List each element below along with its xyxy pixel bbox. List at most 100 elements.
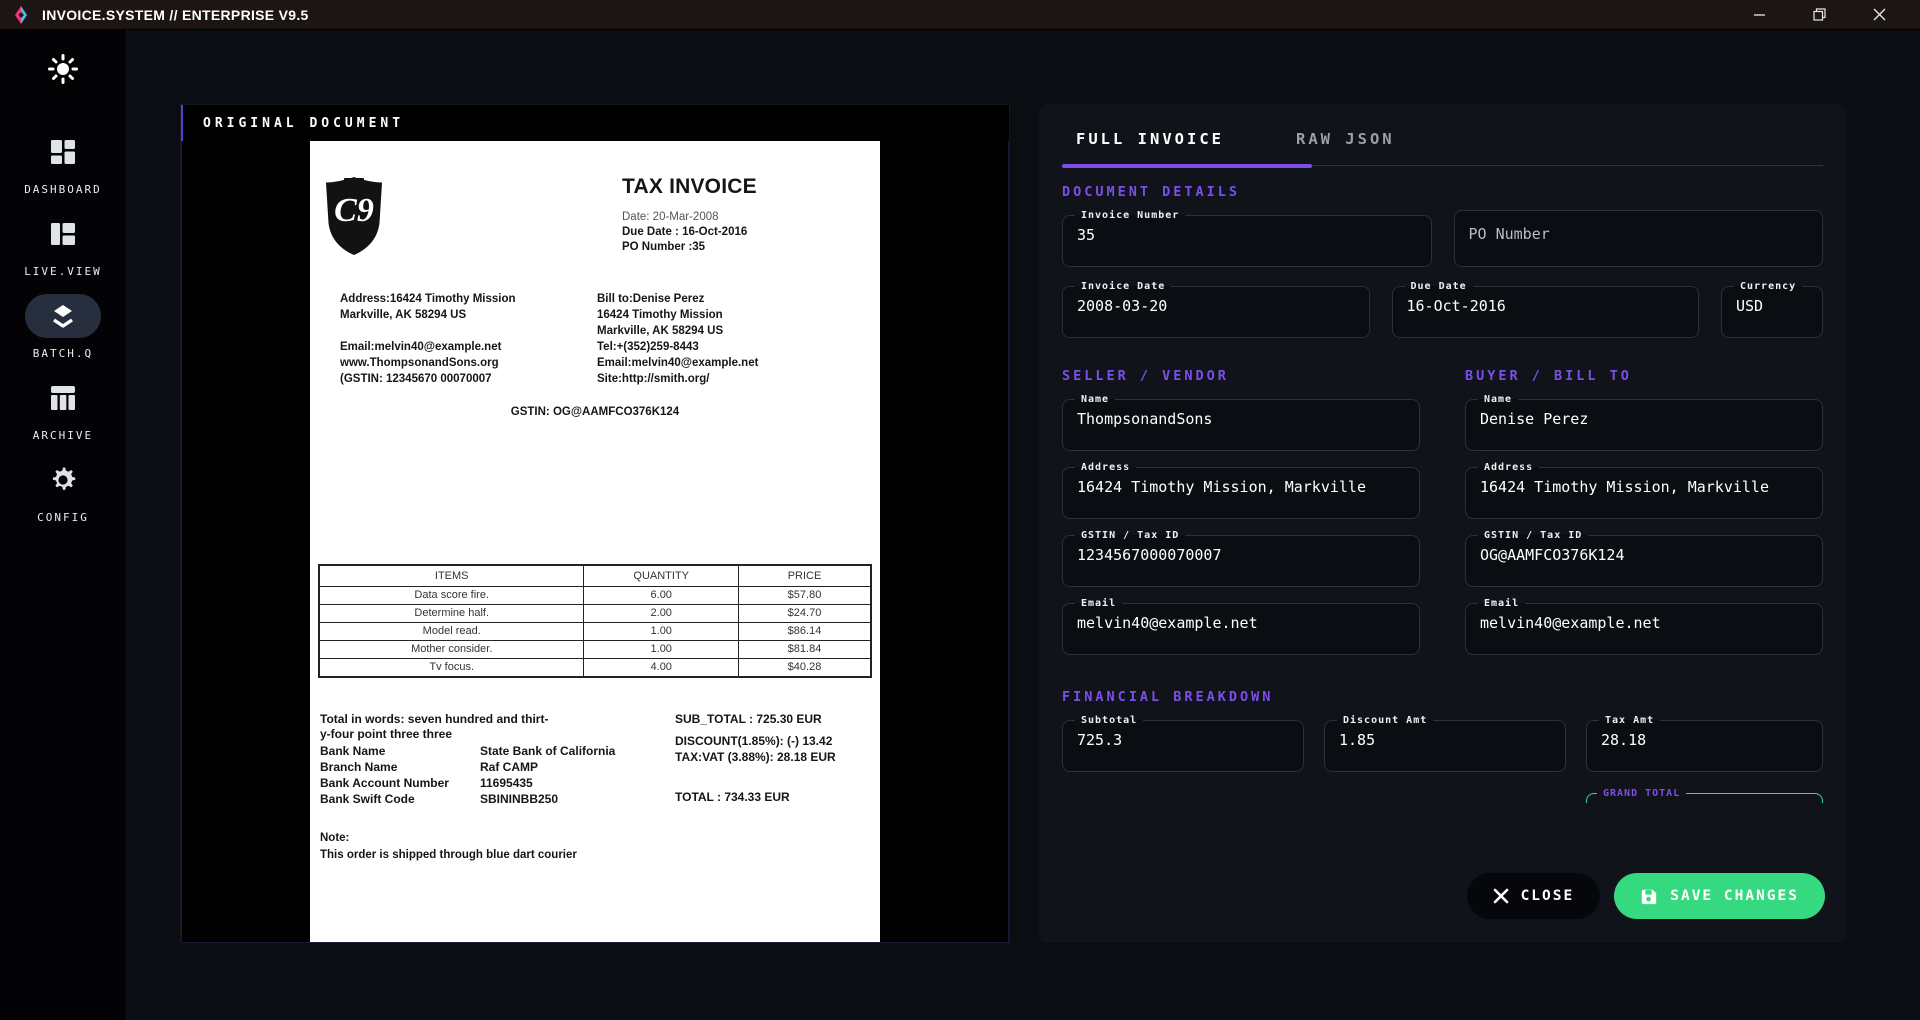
- field-value: melvin40@example.net: [1468, 609, 1820, 632]
- document-viewer: C9 TAX INVOICE Date: 20-Mar-2008 Due Dat…: [181, 141, 1009, 943]
- layers-icon: [49, 302, 77, 330]
- buyer-address-field[interactable]: Address 16424 Timothy Mission, Markville: [1465, 462, 1823, 519]
- sidebar-item-label: BATCH.Q: [33, 347, 93, 360]
- field-label: GRAND TOTAL: [1597, 788, 1686, 799]
- field-value: 725.3: [1065, 726, 1301, 749]
- field-label: Name: [1478, 394, 1518, 405]
- field-value: 35: [1065, 221, 1429, 244]
- maximize-button[interactable]: [1802, 3, 1836, 27]
- qty-cell: 2.00: [584, 604, 739, 622]
- field-label: Currency: [1734, 281, 1802, 292]
- field-value: 1234567000070007: [1065, 541, 1417, 564]
- currency-field[interactable]: Currency USD: [1721, 281, 1823, 338]
- discount-amt-field[interactable]: Discount Amt 1.85: [1324, 715, 1566, 772]
- bank-value: State Bank of California: [480, 743, 615, 759]
- field-label: Invoice Number: [1075, 210, 1185, 221]
- invoice-date-line: Date: 20-Mar-2008: [622, 211, 822, 223]
- active-tab-underline: [1062, 164, 1312, 168]
- bill-to-block: Bill to:Denise Perez 16424 Timothy Missi…: [597, 291, 850, 388]
- table-row: Data score fire. 6.00 $57.80: [319, 586, 871, 604]
- price-cell: $40.28: [739, 658, 872, 677]
- field-label: Name: [1075, 394, 1115, 405]
- seller-gstin-field[interactable]: GSTIN / Tax ID 1234567000070007: [1062, 530, 1420, 587]
- field-value: melvin40@example.net: [1065, 609, 1417, 632]
- note-text: This order is shipped through blue dart …: [320, 847, 870, 864]
- sidebar-item-config[interactable]: CONFIG: [25, 458, 101, 524]
- table-header-row: ITEMS QUANTITY PRICE: [319, 565, 871, 587]
- total-in-words: Total in words: seven hundred and thirt-…: [320, 712, 615, 743]
- due-date-field[interactable]: Due Date 16-Oct-2016: [1392, 281, 1700, 338]
- sidebar-item-label: LIVE.VIEW: [24, 265, 102, 278]
- invoice-items-table: ITEMS QUANTITY PRICE Data score fire. 6.…: [318, 564, 872, 678]
- minimize-button[interactable]: [1742, 3, 1776, 27]
- item-cell: Tv focus.: [319, 658, 584, 677]
- invoice-gstin-line: GSTIN: OG@AAMFCO376K124: [310, 406, 880, 418]
- bank-value: SBININBB250: [480, 791, 558, 807]
- field-label: Email: [1478, 598, 1525, 609]
- bank-detail-row: Bank Name State Bank of California: [320, 743, 615, 759]
- section-document-details: DOCUMENT DETAILS: [1062, 184, 1823, 200]
- po-number-field[interactable]: PO Number: [1454, 210, 1824, 267]
- layout-icon: [49, 221, 77, 247]
- save-button-label: SAVE CHANGES: [1670, 888, 1799, 904]
- grand-total-field[interactable]: GRAND TOTAL: [1586, 788, 1823, 803]
- tab-raw-json[interactable]: RAW JSON: [1282, 130, 1409, 148]
- save-icon: [1640, 887, 1658, 905]
- sidebar-item-archive[interactable]: ARCHIVE: [25, 376, 101, 442]
- bank-value: Raf CAMP: [480, 759, 538, 775]
- tax-amt-field[interactable]: Tax Amt 28.18: [1586, 715, 1823, 772]
- columns-icon: [49, 384, 77, 412]
- table-row: Tv focus. 4.00 $40.28: [319, 658, 871, 677]
- buyer-name-field[interactable]: Name Denise Perez: [1465, 394, 1823, 451]
- item-cell: Mother consider.: [319, 640, 584, 658]
- price-column-header: PRICE: [739, 565, 872, 587]
- bank-label: Branch Name: [320, 759, 480, 775]
- field-value: 28.18: [1589, 726, 1820, 749]
- invoice-detail-panel: FULL INVOICE RAW JSON DOCUMENT DETAILS I…: [1038, 104, 1847, 943]
- item-cell: Model read.: [319, 622, 584, 640]
- buyer-gstin-field[interactable]: GSTIN / Tax ID OG@AAMFCO376K124: [1465, 530, 1823, 587]
- bank-label: Bank Name: [320, 743, 480, 759]
- invoice-due-line: Due Date : 16-Oct-2016: [622, 226, 822, 238]
- close-window-button[interactable]: [1862, 3, 1896, 27]
- seller-address-block: Address:16424 Timothy Mission Markville,…: [340, 291, 597, 323]
- sidebar: DASHBOARD LIVE.VIEW: [0, 30, 127, 1020]
- field-value: 16-Oct-2016: [1395, 292, 1697, 315]
- save-changes-button[interactable]: SAVE CHANGES: [1614, 873, 1825, 919]
- seller-address-field[interactable]: Address 16424 Timothy Mission, Markville: [1062, 462, 1420, 519]
- bank-label: Bank Swift Code: [320, 791, 480, 807]
- bank-detail-row: Branch Name Raf CAMP: [320, 759, 615, 775]
- field-label: GSTIN / Tax ID: [1478, 530, 1588, 541]
- close-button[interactable]: CLOSE: [1467, 873, 1601, 919]
- subtotal-field[interactable]: Subtotal 725.3: [1062, 715, 1304, 772]
- original-document-panel: ORIGINAL DOCUMENT C9 TAX INVOICE: [180, 104, 1010, 943]
- close-button-label: CLOSE: [1521, 888, 1575, 904]
- field-placeholder: PO Number: [1457, 211, 1821, 243]
- section-buyer-bill-to: BUYER / BILL TO: [1465, 368, 1823, 384]
- tab-full-invoice[interactable]: FULL INVOICE: [1062, 130, 1238, 148]
- field-label: Address: [1075, 462, 1136, 473]
- seller-email-field[interactable]: Email melvin40@example.net: [1062, 598, 1420, 655]
- sidebar-item-batch-q[interactable]: BATCH.Q: [25, 294, 101, 360]
- table-row: Model read. 1.00 $86.14: [319, 622, 871, 640]
- invoice-date-field[interactable]: Invoice Date 2008-03-20: [1062, 281, 1370, 338]
- buyer-email-field[interactable]: Email melvin40@example.net: [1465, 598, 1823, 655]
- sidebar-item-dashboard[interactable]: DASHBOARD: [24, 130, 102, 196]
- window-titlebar: INVOICE.SYSTEM // ENTERPRISE V9.5: [0, 0, 1920, 30]
- invoice-number-field[interactable]: Invoice Number 35: [1062, 210, 1432, 267]
- field-label: Discount Amt: [1337, 715, 1433, 726]
- seller-name-field[interactable]: Name ThompsonandSons: [1062, 394, 1420, 451]
- note-label: Note:: [320, 830, 870, 847]
- gear-icon: [49, 466, 77, 494]
- sun-icon: [48, 54, 78, 84]
- window-title: INVOICE.SYSTEM // ENTERPRISE V9.5: [42, 7, 309, 23]
- item-cell: Data score fire.: [319, 586, 584, 604]
- theme-toggle-button[interactable]: [46, 52, 80, 86]
- total-line: TOTAL : 734.33 EUR: [675, 790, 870, 804]
- sidebar-item-live-view[interactable]: LIVE.VIEW: [24, 212, 102, 278]
- field-label: Address: [1478, 462, 1539, 473]
- sidebar-item-label: ARCHIVE: [33, 429, 93, 442]
- price-cell: $24.70: [739, 604, 872, 622]
- table-row: Mother consider. 1.00 $81.84: [319, 640, 871, 658]
- sidebar-item-label: DASHBOARD: [24, 183, 102, 196]
